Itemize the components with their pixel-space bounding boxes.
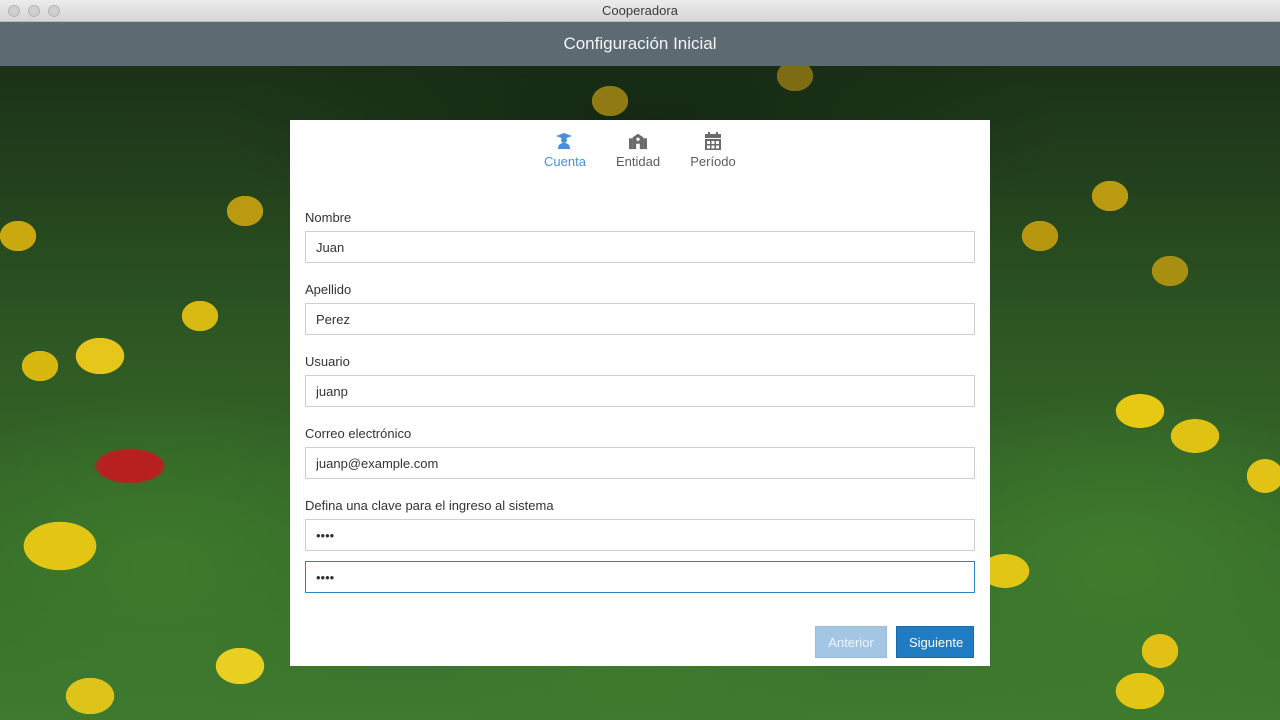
apellido-field[interactable] bbox=[305, 303, 975, 335]
step-periodo[interactable]: Período bbox=[690, 132, 736, 169]
clave-label: Defina una clave para el ingreso al sist… bbox=[305, 498, 554, 513]
window-titlebar: Cooperadora bbox=[0, 0, 1280, 22]
next-button[interactable]: Siguiente bbox=[896, 626, 974, 658]
email-field[interactable] bbox=[305, 447, 975, 479]
apellido-label: Apellido bbox=[305, 282, 352, 297]
step-label: Entidad bbox=[616, 154, 661, 169]
step-entidad[interactable]: Entidad bbox=[616, 132, 660, 169]
previous-button[interactable]: Anterior bbox=[815, 626, 887, 658]
wizard-steps: Cuenta Entidad Período bbox=[290, 132, 990, 182]
step-cuenta[interactable]: Cuenta bbox=[544, 132, 586, 169]
page-title: Configuración Inicial bbox=[0, 22, 1280, 66]
nombre-field[interactable] bbox=[305, 231, 975, 263]
password-field[interactable] bbox=[305, 519, 975, 551]
usuario-field[interactable] bbox=[305, 375, 975, 407]
password-confirm-field[interactable] bbox=[305, 561, 975, 593]
correo-label: Correo electrónico bbox=[305, 426, 412, 441]
calendar-icon bbox=[705, 132, 721, 150]
school-icon bbox=[629, 133, 647, 150]
window-title: Cooperadora bbox=[602, 3, 678, 18]
step-label: Período bbox=[690, 154, 736, 169]
step-label: Cuenta bbox=[544, 154, 586, 169]
setup-wizard-card: Cuenta Entidad Período Nombre Ape bbox=[290, 120, 990, 666]
usuario-label: Usuario bbox=[305, 354, 350, 369]
nombre-label: Nombre bbox=[305, 210, 352, 225]
user-graduate-icon bbox=[556, 133, 572, 149]
